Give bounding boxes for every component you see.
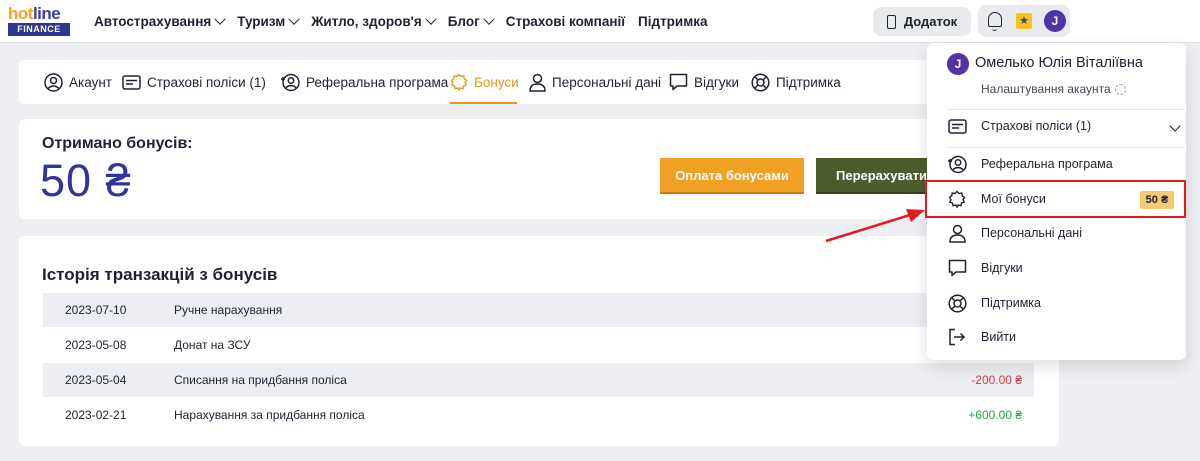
lifebuoy-icon [947,293,967,313]
user-avatar[interactable]: J [1044,10,1066,32]
card-icon [947,116,967,136]
gear-icon [1114,83,1126,95]
user-full-name: Омелько Юлія Віталіївна [975,55,1143,71]
dropdown-item-label: Персональні дані [981,226,1082,240]
table-row: 2023-05-08 Донат на ЗСУ [43,328,1034,362]
bonus-summary-card: Отримано бонусів: 50 ₴ Оплата бонусами П… [19,119,1059,219]
card-icon [122,74,141,90]
row-description: Донат на ЗСУ [174,338,251,352]
dropdown-avatar: J [947,53,969,75]
dropdown-item-logout[interactable]: Вийти [947,320,1185,354]
row-amount: +600.00 ₴ [968,408,1022,422]
dropdown-item-label: Вийти [981,330,1017,344]
logo-finance-text: FINANCE [8,23,70,36]
tab-label: Реферальна програма [306,74,449,90]
history-title: Історія транзакцій з бонусів [42,265,278,284]
row-date: 2023-02-21 [65,408,127,422]
top-navigation-bar: hotline FINANCE Автострахування Туризм Ж… [0,0,1200,43]
tab-label: Бонуси [474,74,519,90]
nav-label: Туризм [237,14,286,29]
pay-with-bonuses-button[interactable]: Оплата бонусами [660,158,804,194]
nav-item-insurance-companies[interactable]: Страхові компанії [506,14,625,29]
nav-item-tourism[interactable]: Туризм [237,13,300,29]
row-description: Нарахування за придбання поліса [174,408,365,422]
highlight-box [925,180,1186,218]
tab-label: Страхові поліси (1) [147,74,266,90]
row-description: Списання на придбання поліса [174,373,347,387]
tab-personal-data[interactable]: Персональні дані [529,60,661,104]
bonus-title: Отримано бонусів: [42,135,193,152]
logo-hot-text: hot [8,4,33,23]
table-row: 2023-05-04 Списання на придбання поліса … [43,363,1034,397]
user-dropdown-menu: J Омелько Юлія Віталіївна Налаштування а… [925,43,1186,360]
referral-icon [280,73,300,92]
dropdown-item-label: Реферальна програма [981,157,1113,171]
dropdown-item-reviews[interactable]: Відгуки [947,251,1185,285]
chevron-down-icon [483,13,495,25]
person-icon [947,223,967,243]
bonus-amount: 50 ₴ [40,155,132,206]
tab-label: Підтримка [776,74,841,90]
nav-label: Підтримка [638,14,708,29]
account-settings-label: Налаштування акаунта [981,82,1111,96]
row-date: 2023-05-04 [65,373,127,387]
app-button-label: Додаток [903,14,958,29]
user-circle-icon [44,72,63,92]
dropdown-item-support[interactable]: Підтримка [947,286,1185,320]
nav-item-support[interactable]: Підтримка [638,14,707,29]
bell-icon[interactable] [988,12,1002,31]
dropdown-item-label: Відгуки [981,261,1023,275]
tab-referral-program[interactable]: Реферальна програма [280,60,448,104]
tab-label: Персональні дані [552,74,662,90]
tab-insurance-policies[interactable]: Страхові поліси (1) [122,60,266,104]
dropdown-item-personal-data[interactable]: Персональні дані [947,216,1185,250]
phone-icon [886,14,896,29]
nav-item-auto-insurance[interactable]: Автострахування [94,13,226,29]
row-description: Ручне нарахування [174,303,283,317]
logo-line-text: line [32,4,61,23]
lifebuoy-icon [751,72,770,92]
person-icon [529,73,546,92]
transaction-history-card: Історія транзакцій з бонусів 2023-07-10 … [19,236,1059,446]
star-bonus-icon[interactable]: ★ [1016,13,1032,29]
row-date: 2023-05-08 [65,338,127,352]
account-tabs: Акаунт Страхові поліси (1) Реферальна пр… [19,60,1059,104]
user-actions-cluster: ★ J [978,5,1070,37]
chat-icon [947,258,967,278]
nav-label: Блог [447,14,480,29]
row-date: 2023-07-10 [65,303,127,317]
app-download-button[interactable]: Додаток [873,7,971,36]
chevron-down-icon [425,13,437,25]
nav-label: Автострахування [94,14,212,29]
nav-item-blog[interactable]: Блог [447,13,495,29]
tab-bonuses[interactable]: Бонуси [450,60,519,104]
nav-label: Страхові компанії [505,14,626,29]
nav-item-housing-health[interactable]: Житло, здоров'я [311,13,437,29]
tab-label: Відгуки [694,74,740,90]
tab-account[interactable]: Акаунт [44,60,112,104]
chat-icon [669,73,688,91]
table-row: 2023-07-10 Ручне нарахування [43,293,1034,327]
main-nav: Автострахування Туризм Житло, здоров'я Б… [94,0,720,43]
nav-label: Житло, здоров'я [311,14,422,29]
dropdown-item-label: Страхові поліси (1) [981,119,1092,133]
row-amount: -200.00 ₴ [971,373,1022,387]
dropdown-item-policies[interactable]: Страхові поліси (1) [947,109,1185,143]
badge-icon [450,73,468,91]
chevron-down-icon [288,13,300,25]
dropdown-item-label: Підтримка [981,296,1042,310]
table-row: 2023-02-21 Нарахування за придбання полі… [43,398,1034,432]
referral-icon [947,154,967,174]
account-settings-link[interactable]: Налаштування акаунта [981,82,1126,96]
chevron-down-icon [214,13,226,25]
logout-icon [947,327,967,347]
logo-wordmark: hotline [8,4,61,23]
tab-reviews[interactable]: Відгуки [669,60,739,104]
hotline-finance-logo[interactable]: hotline FINANCE [8,5,70,36]
tab-support[interactable]: Підтримка [751,60,841,104]
dropdown-item-referral[interactable]: Реферальна програма [947,147,1185,181]
tab-label: Акаунт [69,74,112,90]
